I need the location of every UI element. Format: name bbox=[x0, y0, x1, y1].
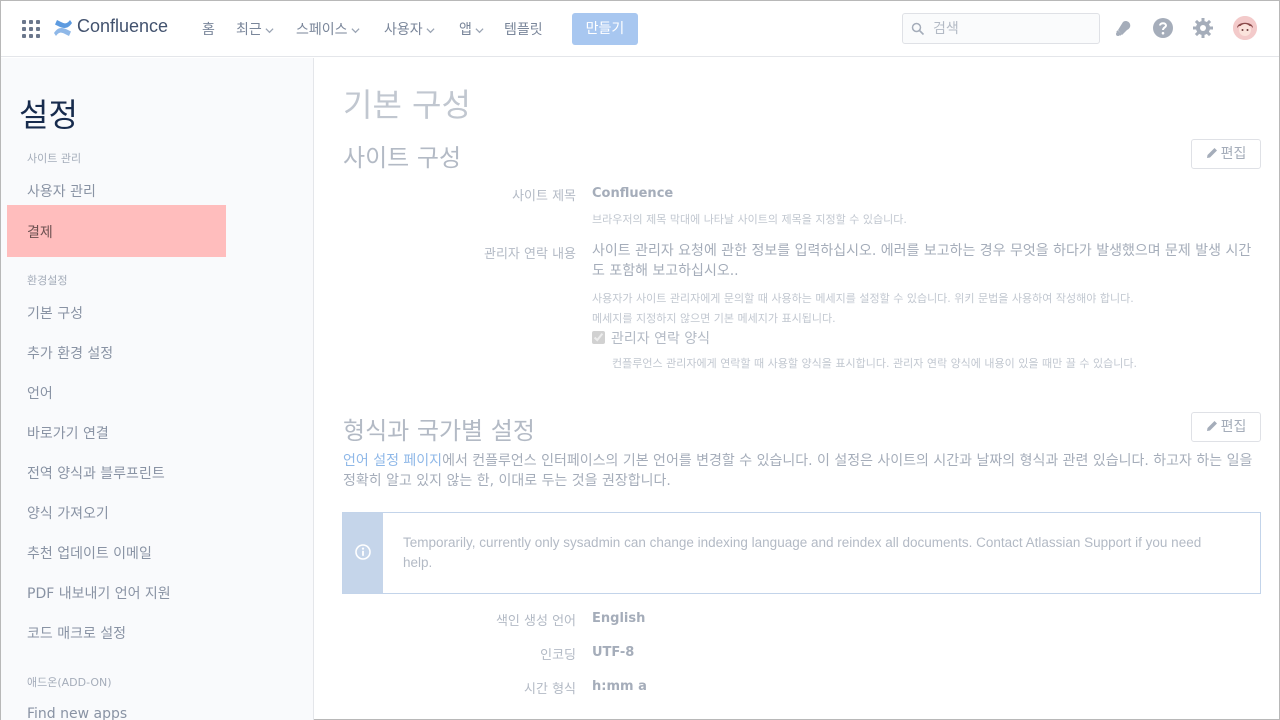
chevron-down-icon bbox=[350, 27, 360, 33]
pencil-icon bbox=[1206, 148, 1217, 158]
admin-contact-description: 사용자가 사이트 관리자에게 문의할 때 사용하는 메세지를 설정할 수 있습니… bbox=[592, 292, 1134, 305]
avatar[interactable] bbox=[1233, 16, 1257, 40]
sidebar-section-site-admin: 사이트 관리 bbox=[27, 152, 82, 165]
admin-contact-value: 사이트 관리자 요청에 관한 정보를 입력하십시오. 에러를 보고하는 경우 무… bbox=[592, 243, 1252, 279]
info-icon bbox=[355, 544, 371, 560]
settings-sidebar: 설정 사이트 관리 사용자 관리 결제 환경설정 기본 구성 추가 환경 설정 … bbox=[1, 58, 314, 720]
nav-templates[interactable]: 템플릿 bbox=[504, 19, 543, 39]
create-button[interactable]: 만들기 bbox=[572, 13, 638, 45]
sidebar-item-billing[interactable]: 결제 bbox=[7, 205, 226, 257]
edit-locale-button[interactable]: 편집 bbox=[1191, 412, 1261, 442]
site-title-label: 사이트 제목 bbox=[512, 189, 576, 204]
edit-site-config-button[interactable]: 편집 bbox=[1191, 139, 1261, 169]
sidebar-item-general-configuration[interactable]: 기본 구성 bbox=[27, 303, 83, 323]
notification-icon[interactable] bbox=[1112, 17, 1134, 39]
page-title: 기본 구성 bbox=[343, 86, 471, 124]
info-message-text: Temporarily, currently only sysadmin can… bbox=[403, 535, 1202, 570]
sidebar-section-preferences: 환경설정 bbox=[27, 274, 68, 287]
admin-contact-label: 관리자 연락 내용 bbox=[484, 247, 576, 262]
encoding-value: UTF-8 bbox=[592, 645, 635, 660]
site-config-title: 사이트 구성 bbox=[343, 144, 462, 172]
sidebar-item-find-new-apps[interactable]: Find new apps bbox=[27, 706, 127, 720]
top-navigation: Confluence 홈 최근 스페이스 사용자 앱 템플릿 만들기 bbox=[1, 1, 1279, 57]
search-box[interactable] bbox=[902, 13, 1100, 44]
time-format-value: h:mm a bbox=[592, 679, 647, 694]
sidebar-item-further-configuration[interactable]: 추가 환경 설정 bbox=[27, 343, 113, 363]
chevron-down-icon bbox=[265, 27, 274, 33]
help-icon[interactable] bbox=[1152, 17, 1174, 39]
indexing-language-value: English bbox=[592, 611, 646, 626]
nav-apps[interactable]: 앱 bbox=[459, 19, 484, 39]
language-settings-link[interactable]: 언어 설정 페이지 bbox=[343, 453, 442, 469]
nav-people[interactable]: 사용자 bbox=[384, 19, 435, 39]
site-title-description: 브라우저의 제목 막대에 나타날 사이트의 제목을 지정할 수 있습니다. bbox=[592, 213, 907, 226]
user-avatar-icon bbox=[1233, 16, 1257, 40]
chevron-down-icon bbox=[426, 27, 435, 33]
sidebar-item-import-templates[interactable]: 양식 가져오기 bbox=[27, 503, 109, 523]
locale-description: 언어 설정 페이지에서 컨플루언스 인터페이스의 기본 언어를 변경할 수 있습… bbox=[343, 453, 1253, 489]
sidebar-item-label: 결제 bbox=[27, 225, 53, 241]
site-title-value: Confluence bbox=[592, 186, 674, 201]
sidebar-item-global-templates[interactable]: 전역 양식과 블루프린트 bbox=[27, 463, 165, 483]
pencil-icon bbox=[1206, 421, 1217, 431]
nav-recent[interactable]: 최근 bbox=[236, 19, 274, 39]
locale-section-title: 형식과 국가별 설정 bbox=[343, 417, 535, 445]
search-input[interactable] bbox=[933, 19, 1093, 39]
search-icon bbox=[911, 22, 925, 36]
admin-contact-form-checkbox[interactable] bbox=[592, 331, 605, 344]
admin-contact-form-description: 컨플루언스 관리자에게 연락할 때 사용할 양식을 표시합니다. 관리자 연락 … bbox=[612, 357, 1137, 370]
logo-text[interactable]: Confluence bbox=[77, 16, 168, 37]
sidebar-item-shortcut-links[interactable]: 바로가기 연결 bbox=[27, 423, 109, 443]
indexing-language-label: 색인 생성 언어 bbox=[495, 614, 576, 629]
app-switcher-icon[interactable] bbox=[22, 20, 40, 38]
time-format-label: 시간 형식 bbox=[524, 682, 576, 697]
confluence-logo-icon[interactable] bbox=[53, 18, 73, 38]
main-content: 기본 구성 사이트 구성 편집 사이트 제목 Confluence 브라우저의 … bbox=[314, 58, 1279, 720]
sidebar-item-languages[interactable]: 언어 bbox=[27, 383, 53, 403]
chevron-down-icon bbox=[475, 27, 484, 33]
encoding-label: 인코딩 bbox=[540, 648, 576, 663]
info-bar bbox=[343, 513, 383, 593]
sidebar-item-pdf-export-language[interactable]: PDF 내보내기 언어 지원 bbox=[27, 583, 171, 603]
nav-spaces[interactable]: 스페이스 bbox=[296, 19, 360, 39]
admin-contact-description-default: 메세지를 지정하지 않으면 기본 메세지가 표시됩니다. bbox=[592, 312, 836, 325]
sidebar-item-user-management[interactable]: 사용자 관리 bbox=[27, 181, 96, 201]
settings-icon[interactable] bbox=[1192, 17, 1214, 39]
sidebar-title: 설정 bbox=[19, 96, 78, 134]
nav-home[interactable]: 홈 bbox=[202, 19, 215, 39]
info-message-panel: Temporarily, currently only sysadmin can… bbox=[342, 512, 1261, 594]
sidebar-item-recommended-updates-email[interactable]: 추천 업데이트 이메일 bbox=[27, 543, 152, 563]
sidebar-section-addons: 애드온(ADD-ON) bbox=[27, 676, 112, 689]
admin-contact-form-row: 관리자 연락 양식 bbox=[592, 328, 710, 348]
sidebar-item-code-macro[interactable]: 코드 매크로 설정 bbox=[27, 623, 126, 643]
